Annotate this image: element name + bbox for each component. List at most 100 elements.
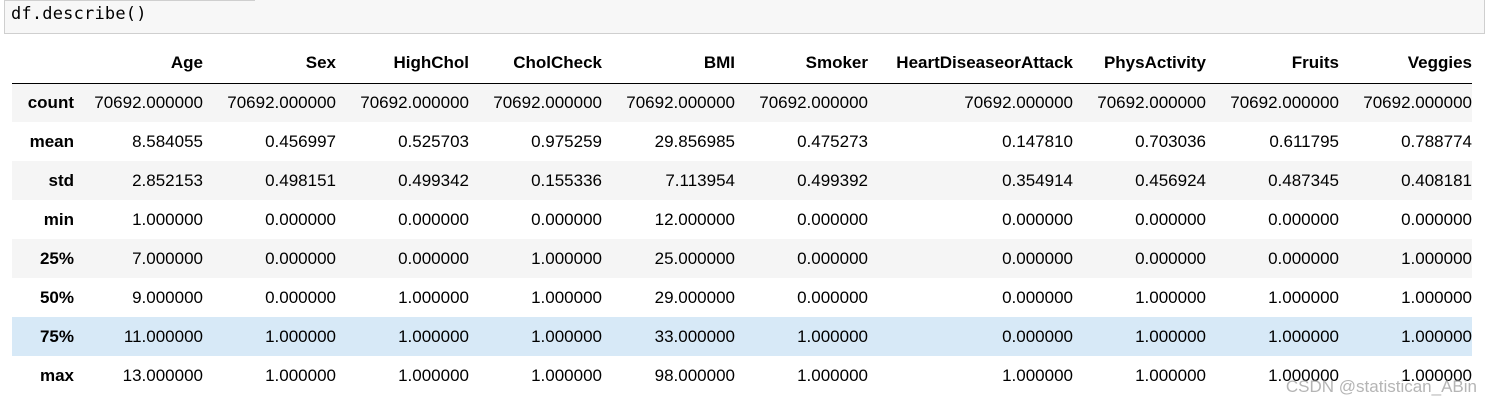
table-row: mean 8.584055 0.456997 0.525703 0.975259 29.8… — [12, 122, 1472, 161]
table-cell: 1.000000 — [1401, 287, 1472, 307]
table-header-row: Age Sex HighChol CholCheck BMI Smoker He… — [12, 44, 1472, 84]
row-index-label: mean — [29, 131, 74, 151]
table-cell: 7.113954 — [665, 170, 735, 190]
column-header: CholCheck — [469, 44, 602, 84]
column-header: Fruits — [1206, 44, 1339, 84]
table-row: 50% 9.000000 0.000000 1.000000 1.000000 29.00… — [12, 278, 1472, 317]
table-cell: 0.000000 — [1135, 248, 1206, 268]
cell-border — [5, 0, 255, 1]
table-cell: 0.000000 — [797, 287, 868, 307]
table-cell: 0.155336 — [531, 170, 602, 190]
row-index-label: std — [48, 170, 75, 190]
column-header: PhysActivity — [1073, 44, 1206, 84]
table-cell: 0.408181 — [1401, 170, 1472, 190]
table-cell: 0.611795 — [1269, 131, 1339, 151]
table-cell: 70692.000000 — [759, 92, 868, 112]
table-cell: 70692.000000 — [360, 92, 469, 112]
table-cell: 0.498151 — [265, 170, 336, 190]
table-row: max 13.000000 1.000000 1.000000 1.000000 98.0… — [12, 356, 1472, 395]
table-cell: 0.000000 — [1401, 209, 1472, 229]
table-cell: 1.000000 — [1401, 248, 1472, 268]
table-cell: 0.000000 — [1002, 287, 1073, 307]
table-cell: 29.856985 — [654, 131, 735, 151]
row-index-label: 50% — [39, 287, 74, 307]
table-cell: 0.499342 — [398, 170, 469, 190]
table-cell: 70692.000000 — [94, 92, 203, 112]
row-index-label: 25% — [39, 248, 74, 268]
table-cell: 1.000000 — [1401, 326, 1472, 346]
table-cell: 7.000000 — [132, 248, 203, 268]
table-cell: 1.000000 — [398, 365, 469, 385]
table-cell: 0.000000 — [531, 209, 602, 229]
table-cell: 1.000000 — [1135, 326, 1206, 346]
table-cell: 1.000000 — [265, 326, 336, 346]
table-cell: 1.000000 — [1268, 287, 1339, 307]
table-cell: 1.000000 — [265, 365, 336, 385]
table-row: count 70692.000000 70692.000000 70692.00000… — [12, 83, 1472, 122]
table-cell: 0.000000 — [265, 248, 336, 268]
table-cell: 0.487345 — [1268, 170, 1339, 190]
table-cell: 8.584055 — [132, 131, 203, 151]
table-cell: 1.000000 — [797, 326, 868, 346]
table-row: 75% 11.000000 1.000000 1.000000 1.000000 33.0… — [12, 317, 1472, 356]
table-cell: 1.000000 — [797, 365, 868, 385]
table-cell: 1.000000 — [1002, 365, 1073, 385]
row-index-label: count — [27, 92, 74, 112]
table-cell: 1.000000 — [531, 365, 602, 385]
table-cell: 0.000000 — [398, 248, 469, 268]
table-cell: 1.000000 — [531, 326, 602, 346]
table-cell: 1.000000 — [398, 287, 469, 307]
table-cell: 70692.000000 — [964, 92, 1073, 112]
table-cell: 33.000000 — [654, 326, 735, 346]
table-cell: 1.000000 — [132, 209, 203, 229]
describe-output-table: Age Sex HighChol CholCheck BMI Smoker He… — [12, 44, 1472, 395]
table-body: count 70692.000000 70692.000000 70692.00000… — [12, 83, 1472, 395]
table-cell: 0.000000 — [797, 209, 868, 229]
column-header: Smoker — [735, 44, 868, 84]
table-cell: 0.703036 — [1135, 131, 1206, 151]
table-cell: 0.788774 — [1401, 131, 1472, 151]
table-cell: 0.475273 — [797, 131, 868, 151]
table-cell: 0.000000 — [265, 287, 336, 307]
table-cell: 1.000000 — [1135, 365, 1206, 385]
table-cell: 70692.000000 — [493, 92, 602, 112]
table-cell: 2.852153 — [132, 170, 203, 190]
table-cell: 0.000000 — [1135, 209, 1206, 229]
table-row: min 1.000000 0.000000 0.000000 0.000000 12.00… — [12, 200, 1472, 239]
table-cell: 0.499392 — [797, 170, 868, 190]
table-cell: 0.000000 — [1002, 326, 1073, 346]
table-cell: 0.000000 — [1002, 248, 1073, 268]
table-cell: 1.000000 — [531, 248, 602, 268]
table-cell: 0.456997 — [265, 131, 336, 151]
code-cell[interactable]: df.describe() — [4, 0, 1485, 34]
table-cell: 0.000000 — [398, 209, 469, 229]
table-cell: 0.000000 — [265, 209, 336, 229]
table-cell: 70692.000000 — [1363, 92, 1472, 112]
table-cell: 13.000000 — [122, 365, 203, 385]
index-header — [12, 44, 74, 84]
table-cell: 70692.000000 — [1230, 92, 1339, 112]
row-index-label: 75% — [39, 326, 74, 346]
code-input[interactable]: df.describe() — [11, 4, 147, 24]
table-cell: 0.000000 — [1002, 209, 1073, 229]
table-cell: 0.000000 — [1268, 248, 1339, 268]
table-cell: 98.000000 — [654, 365, 735, 385]
table-cell: 29.000000 — [654, 287, 735, 307]
table-row: 25% 7.000000 0.000000 0.000000 1.000000 25.00… — [12, 239, 1472, 278]
table-cell: 1.000000 — [398, 326, 469, 346]
table-cell: 0.000000 — [797, 248, 868, 268]
table-cell: 0.975259 — [531, 131, 602, 151]
table-cell: 1.000000 — [1268, 326, 1339, 346]
table-cell: 25.000000 — [654, 248, 735, 268]
table-cell: 70692.000000 — [626, 92, 735, 112]
watermark: CSDN @statistican_ABin — [1285, 377, 1477, 396]
table-cell: 0.147810 — [1002, 131, 1073, 151]
column-header: Veggies — [1339, 44, 1472, 84]
table-cell: 12.000000 — [654, 209, 735, 229]
table-cell: 70692.000000 — [227, 92, 336, 112]
column-header: HighChol — [336, 44, 469, 84]
table-cell: 0.354914 — [1002, 170, 1073, 190]
row-index-label: min — [43, 209, 74, 229]
table-cell: 70692.000000 — [1097, 92, 1206, 112]
table-cell: 1.000000 — [531, 287, 602, 307]
